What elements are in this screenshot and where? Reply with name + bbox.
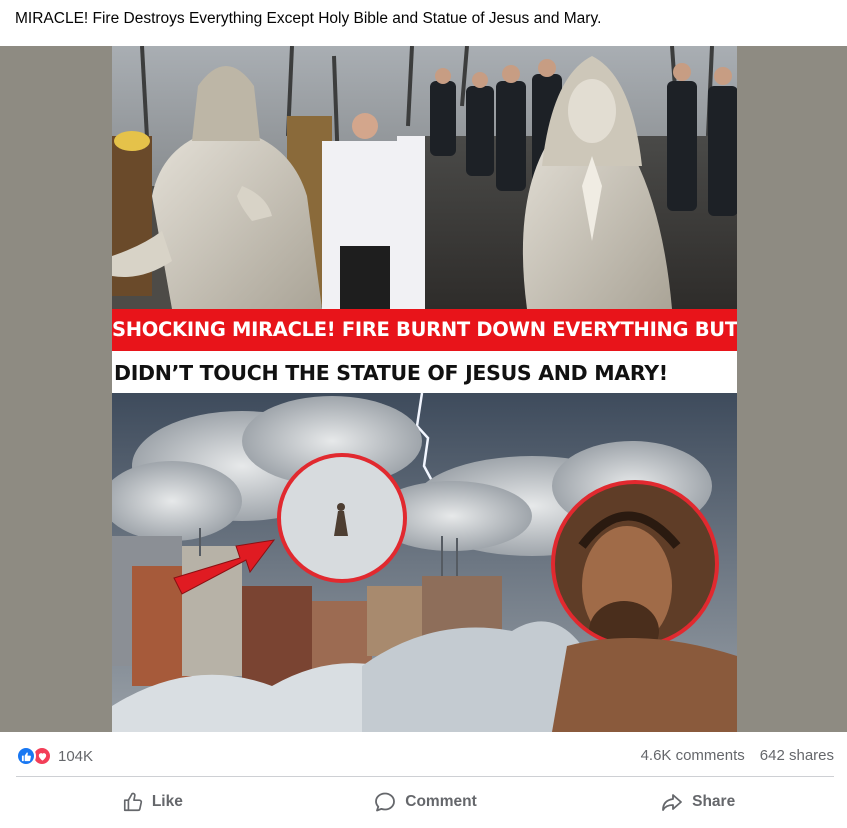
like-icon [16, 746, 36, 766]
comment-label: Comment [405, 793, 477, 810]
reaction-count: 104K [58, 747, 94, 765]
comments-count-link[interactable]: 4.6K comments [641, 745, 745, 767]
post-actions: Like Comment Share [16, 782, 834, 822]
like-label: Like [151, 793, 183, 810]
highlight-circle-left [277, 453, 407, 583]
engagement-counts: 4.6K comments 642 shares [641, 745, 834, 767]
share-arrow-icon [660, 790, 684, 814]
image-banner-white: DIDN’T TOUCH THE STATUE OF JESUS AND MAR… [112, 351, 737, 393]
comment-button[interactable]: Comment [289, 782, 562, 822]
share-button[interactable]: Share [561, 782, 834, 822]
shares-count-link[interactable]: 642 shares [760, 745, 834, 767]
comment-bubble-icon [373, 790, 397, 814]
reactions-summary[interactable]: 104K [16, 745, 93, 767]
post-media[interactable]: SHOCKING MIRACLE! FIRE BURNT DOWN EVERYT… [0, 46, 847, 732]
image-banner-red: SHOCKING MIRACLE! FIRE BURNT DOWN EVERYT… [112, 309, 737, 351]
thumbs-up-icon [122, 791, 144, 813]
post-image[interactable]: SHOCKING MIRACLE! FIRE BURNT DOWN EVERYT… [112, 46, 737, 732]
facebook-post: MIRACLE! Fire Destroys Everything Except… [0, 0, 847, 828]
divider [16, 776, 834, 777]
post-caption: MIRACLE! Fire Destroys Everything Except… [15, 10, 602, 27]
like-button[interactable]: Like [16, 782, 289, 822]
robed-figure [552, 638, 737, 732]
post-stats: 104K 4.6K comments 642 shares [16, 742, 834, 770]
share-label: Share [692, 793, 736, 810]
